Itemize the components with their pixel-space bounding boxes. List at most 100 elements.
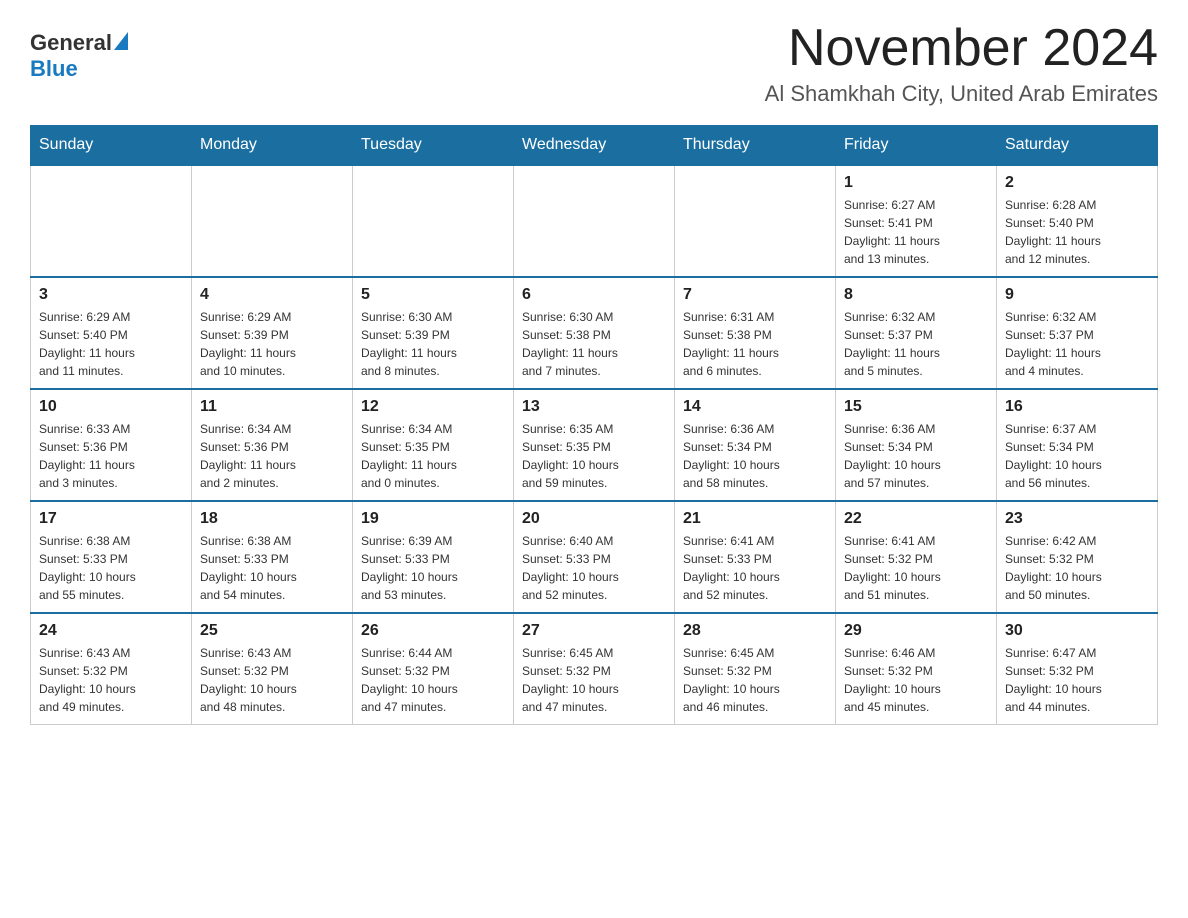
day-info: Sunrise: 6:27 AMSunset: 5:41 PMDaylight:… — [844, 196, 988, 268]
day-number: 14 — [683, 398, 827, 416]
day-number: 15 — [844, 398, 988, 416]
day-number: 11 — [200, 398, 344, 416]
day-number: 16 — [1005, 398, 1149, 416]
day-number: 12 — [361, 398, 505, 416]
day-number: 30 — [1005, 622, 1149, 640]
calendar-cell: 28 Sunrise: 6:45 AMSunset: 5:32 PMDayligh… — [675, 613, 836, 725]
day-number: 8 — [844, 286, 988, 304]
day-number: 21 — [683, 510, 827, 528]
day-number: 24 — [39, 622, 183, 640]
calendar-cell: 27 Sunrise: 6:45 AMSunset: 5:32 PMDayligh… — [514, 613, 675, 725]
calendar-cell — [353, 165, 514, 277]
logo-general-text: General — [30, 30, 112, 56]
day-info: Sunrise: 6:32 AMSunset: 5:37 PMDaylight:… — [844, 308, 988, 380]
calendar-cell: 5Sunrise: 6:30 AMSunset: 5:39 PMDaylight… — [353, 277, 514, 389]
calendar-cell: 26Sunrise: 6:44 AMSunset: 5:32 PMDayligh… — [353, 613, 514, 725]
day-info: Sunrise: 6:40 AMSunset: 5:33 PMDaylight:… — [522, 532, 666, 604]
calendar-cell: 4Sunrise: 6:29 AMSunset: 5:39 PMDaylight… — [192, 277, 353, 389]
day-info: Sunrise: 6:46 AMSunset: 5:32 PMDaylight:… — [844, 644, 988, 716]
day-info: Sunrise: 6:41 AMSunset: 5:32 PMDaylight:… — [844, 532, 988, 604]
day-info: Sunrise: 6:43 AMSunset: 5:32 PMDaylight:… — [200, 644, 344, 716]
day-info: Sunrise: 6:29 AMSunset: 5:40 PMDaylight:… — [39, 308, 183, 380]
day-info: Sunrise: 6:31 AMSunset: 5:38 PMDaylight:… — [683, 308, 827, 380]
calendar-cell — [31, 165, 192, 277]
day-info: Sunrise: 6:30 AMSunset: 5:39 PMDaylight:… — [361, 308, 505, 380]
calendar-cell: 16Sunrise: 6:37 AMSunset: 5:34 PMDayligh… — [997, 389, 1158, 501]
calendar-header-row: SundayMondayTuesdayWednesdayThursdayFrid… — [31, 126, 1158, 166]
calendar-cell: 2Sunrise: 6:28 AMSunset: 5:40 PMDaylight… — [997, 165, 1158, 277]
day-number: 10 — [39, 398, 183, 416]
city-subtitle: Al Shamkhah City, United Arab Emirates — [765, 81, 1158, 107]
header-tuesday: Tuesday — [353, 126, 514, 166]
day-info: Sunrise: 6:36 AMSunset: 5:34 PMDaylight:… — [844, 420, 988, 492]
header-saturday: Saturday — [997, 126, 1158, 166]
day-number: 9 — [1005, 286, 1149, 304]
day-info: Sunrise: 6:38 AMSunset: 5:33 PMDaylight:… — [39, 532, 183, 604]
calendar-cell: 9 Sunrise: 6:32 AMSunset: 5:37 PMDaylight… — [997, 277, 1158, 389]
day-info: Sunrise: 6:43 AMSunset: 5:32 PMDaylight:… — [39, 644, 183, 716]
day-number: 20 — [522, 510, 666, 528]
calendar-cell: 19 Sunrise: 6:39 AMSunset: 5:33 PMDayligh… — [353, 501, 514, 613]
calendar-cell: 1 Sunrise: 6:27 AMSunset: 5:41 PMDaylight… — [836, 165, 997, 277]
day-info: Sunrise: 6:34 AMSunset: 5:35 PMDaylight:… — [361, 420, 505, 492]
day-info: Sunrise: 6:45 AMSunset: 5:32 PMDaylight:… — [522, 644, 666, 716]
day-info: Sunrise: 6:41 AMSunset: 5:33 PMDaylight:… — [683, 532, 827, 604]
day-number: 2 — [1005, 174, 1149, 192]
day-number: 26 — [361, 622, 505, 640]
calendar-cell: 20 Sunrise: 6:40 AMSunset: 5:33 PMDayligh… — [514, 501, 675, 613]
day-number: 23 — [1005, 510, 1149, 528]
day-info: Sunrise: 6:38 AMSunset: 5:33 PMDaylight:… — [200, 532, 344, 604]
day-number: 3 — [39, 286, 183, 304]
day-number: 28 — [683, 622, 827, 640]
day-number: 1 — [844, 174, 988, 192]
calendar-cell: 14 Sunrise: 6:36 AMSunset: 5:34 PMDayligh… — [675, 389, 836, 501]
week-row-2: 3 Sunrise: 6:29 AMSunset: 5:40 PMDaylight… — [31, 277, 1158, 389]
calendar-cell: 30 Sunrise: 6:47 AMSunset: 5:32 PMDayligh… — [997, 613, 1158, 725]
calendar-cell: 25 Sunrise: 6:43 AMSunset: 5:32 PMDayligh… — [192, 613, 353, 725]
calendar-table: SundayMondayTuesdayWednesdayThursdayFrid… — [30, 125, 1158, 725]
calendar-cell: 7 Sunrise: 6:31 AMSunset: 5:38 PMDaylight… — [675, 277, 836, 389]
day-number: 29 — [844, 622, 988, 640]
day-number: 7 — [683, 286, 827, 304]
calendar-cell: 12 Sunrise: 6:34 AMSunset: 5:35 PMDayligh… — [353, 389, 514, 501]
day-number: 6 — [522, 286, 666, 304]
week-row-5: 24 Sunrise: 6:43 AMSunset: 5:32 PMDayligh… — [31, 613, 1158, 725]
calendar-cell: 3 Sunrise: 6:29 AMSunset: 5:40 PMDaylight… — [31, 277, 192, 389]
week-row-4: 17 Sunrise: 6:38 AMSunset: 5:33 PMDayligh… — [31, 501, 1158, 613]
day-number: 17 — [39, 510, 183, 528]
page-header: General Blue November 2024 Al Shamkhah C… — [30, 20, 1158, 107]
day-number: 27 — [522, 622, 666, 640]
calendar-cell: 29 Sunrise: 6:46 AMSunset: 5:32 PMDayligh… — [836, 613, 997, 725]
calendar-cell: 11 Sunrise: 6:34 AMSunset: 5:36 PMDayligh… — [192, 389, 353, 501]
day-info: Sunrise: 6:32 AMSunset: 5:37 PMDaylight:… — [1005, 308, 1149, 380]
day-number: 19 — [361, 510, 505, 528]
day-info: Sunrise: 6:45 AMSunset: 5:32 PMDaylight:… — [683, 644, 827, 716]
header-monday: Monday — [192, 126, 353, 166]
day-info: Sunrise: 6:36 AMSunset: 5:34 PMDaylight:… — [683, 420, 827, 492]
calendar-cell: 8 Sunrise: 6:32 AMSunset: 5:37 PMDaylight… — [836, 277, 997, 389]
calendar-cell: 18Sunrise: 6:38 AMSunset: 5:33 PMDayligh… — [192, 501, 353, 613]
header-thursday: Thursday — [675, 126, 836, 166]
day-info: Sunrise: 6:39 AMSunset: 5:33 PMDaylight:… — [361, 532, 505, 604]
day-info: Sunrise: 6:34 AMSunset: 5:36 PMDaylight:… — [200, 420, 344, 492]
logo: General Blue — [30, 30, 128, 82]
day-number: 25 — [200, 622, 344, 640]
day-info: Sunrise: 6:47 AMSunset: 5:32 PMDaylight:… — [1005, 644, 1149, 716]
calendar-cell: 22Sunrise: 6:41 AMSunset: 5:32 PMDayligh… — [836, 501, 997, 613]
month-title: November 2024 — [765, 20, 1158, 77]
header-wednesday: Wednesday — [514, 126, 675, 166]
day-info: Sunrise: 6:29 AMSunset: 5:39 PMDaylight:… — [200, 308, 344, 380]
logo-triangle-icon — [114, 32, 128, 50]
week-row-1: 1 Sunrise: 6:27 AMSunset: 5:41 PMDaylight… — [31, 165, 1158, 277]
calendar-cell: 6Sunrise: 6:30 AMSunset: 5:38 PMDaylight… — [514, 277, 675, 389]
day-info: Sunrise: 6:33 AMSunset: 5:36 PMDaylight:… — [39, 420, 183, 492]
calendar-cell: 24 Sunrise: 6:43 AMSunset: 5:32 PMDayligh… — [31, 613, 192, 725]
week-row-3: 10 Sunrise: 6:33 AMSunset: 5:36 PMDayligh… — [31, 389, 1158, 501]
calendar-cell — [514, 165, 675, 277]
calendar-cell — [675, 165, 836, 277]
header-friday: Friday — [836, 126, 997, 166]
calendar-cell — [192, 165, 353, 277]
calendar-cell: 10 Sunrise: 6:33 AMSunset: 5:36 PMDayligh… — [31, 389, 192, 501]
day-info: Sunrise: 6:42 AMSunset: 5:32 PMDaylight:… — [1005, 532, 1149, 604]
title-area: November 2024 Al Shamkhah City, United A… — [765, 20, 1158, 107]
